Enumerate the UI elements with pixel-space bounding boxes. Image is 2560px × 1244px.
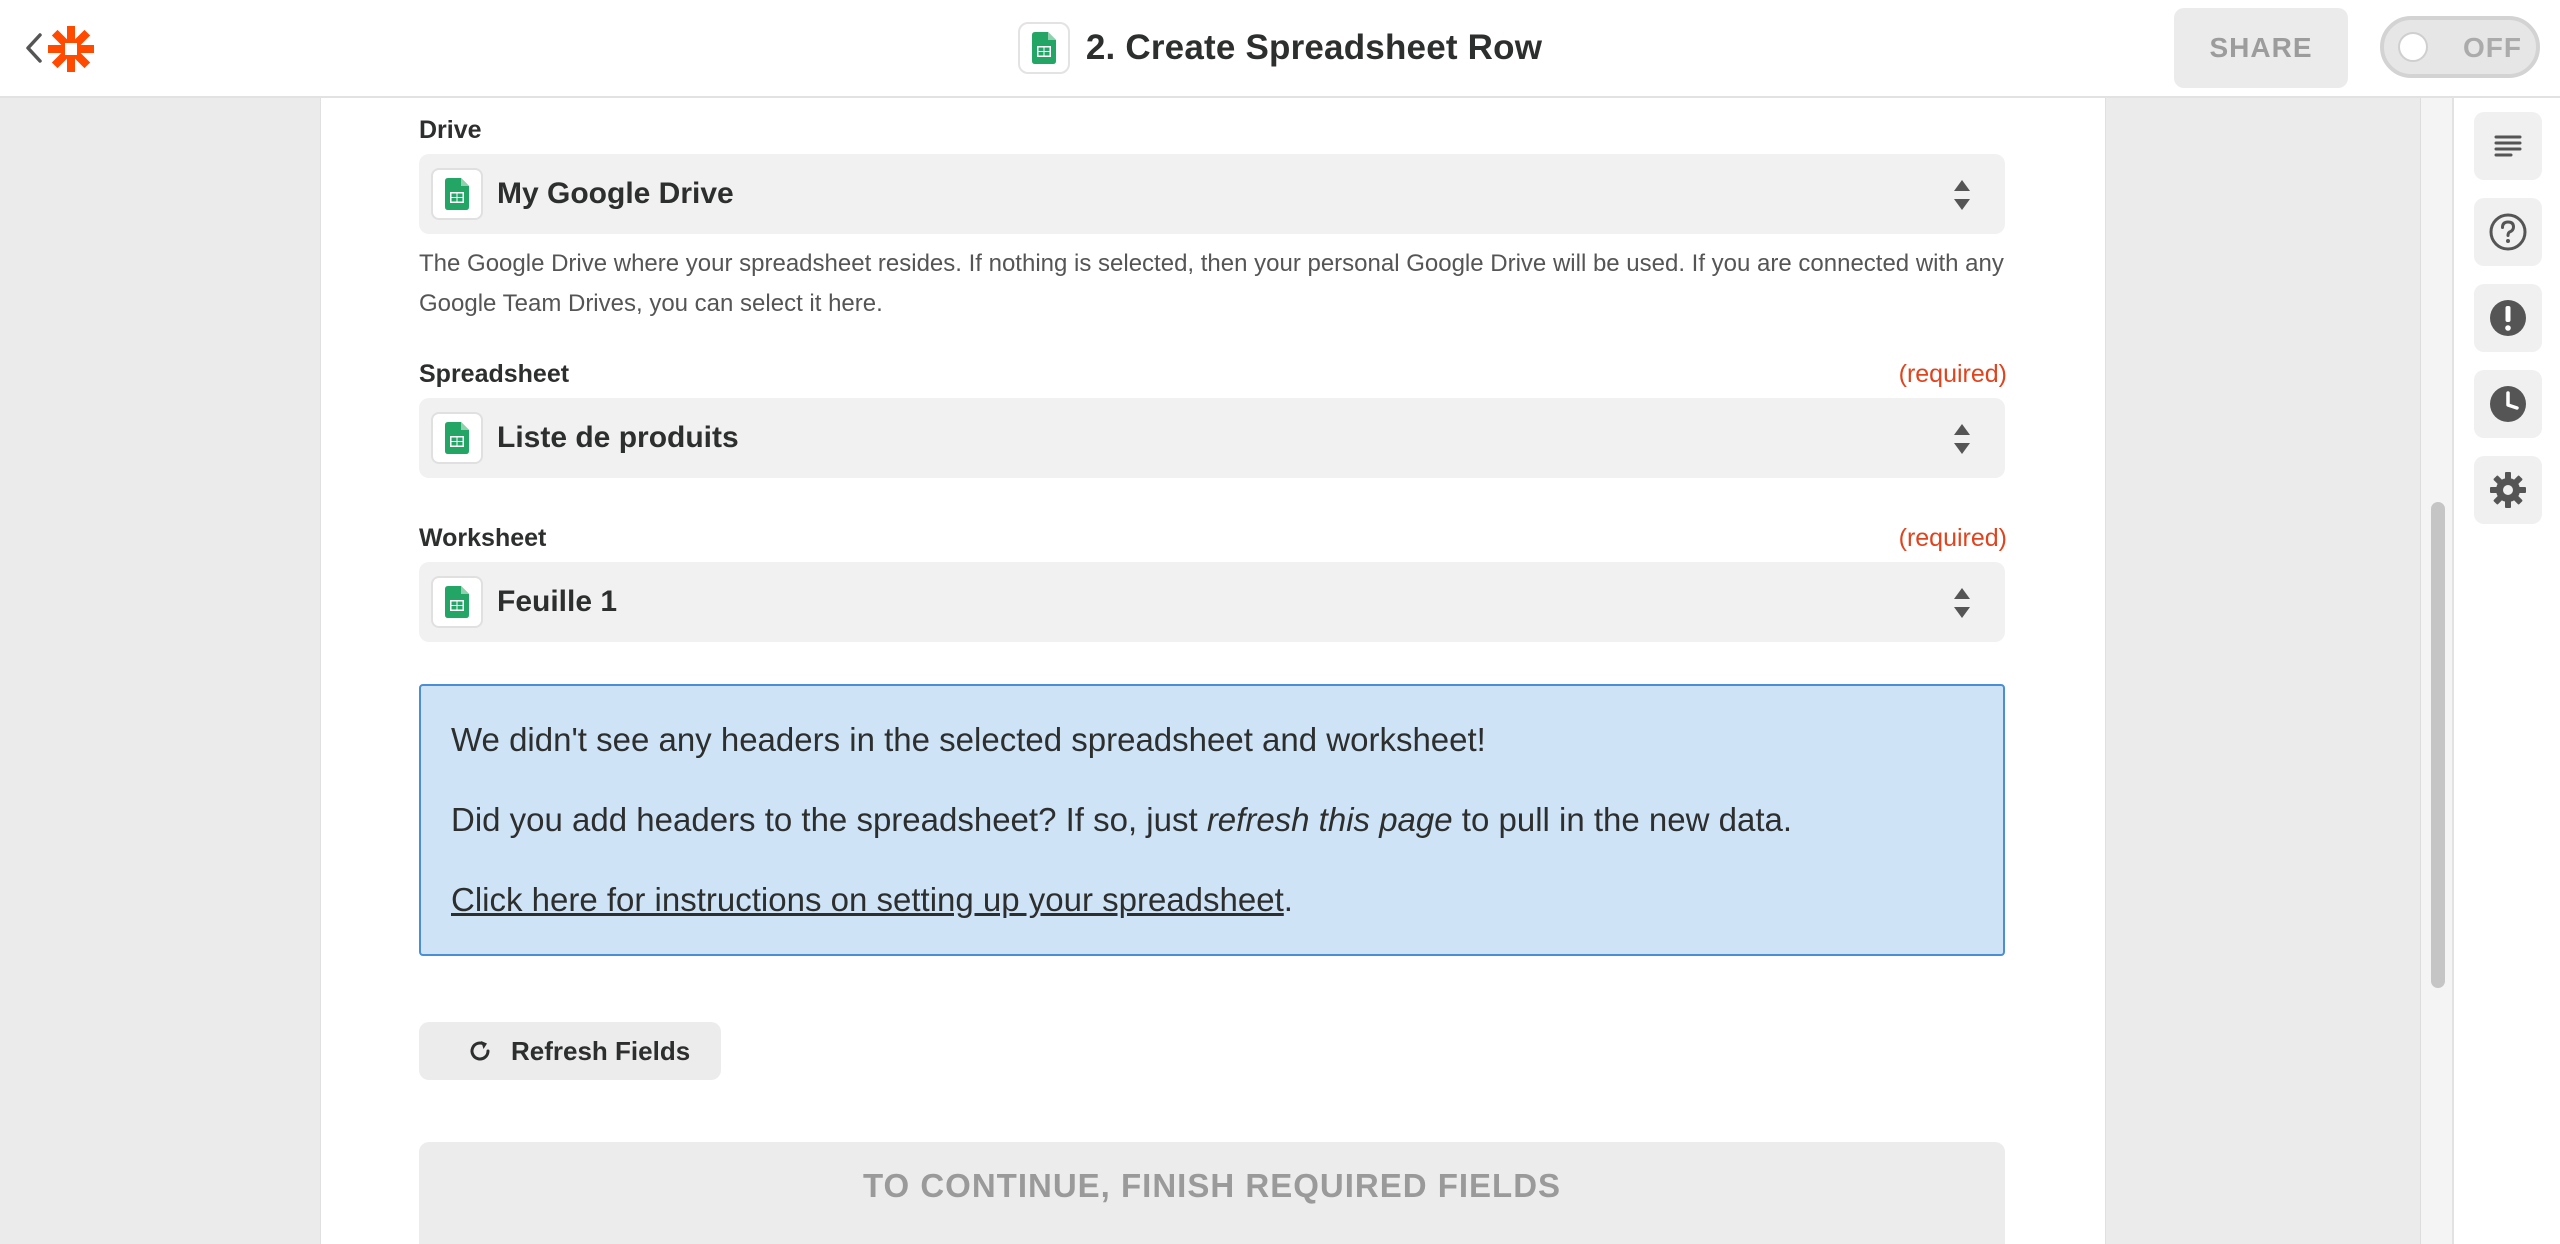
google-sheets-icon xyxy=(1017,22,1070,74)
scrollbar-thumb[interactable] xyxy=(2431,502,2445,988)
notice-refresh-emphasis: refresh this page xyxy=(1206,801,1453,838)
refresh-fields-label: Refresh Fields xyxy=(511,1035,691,1066)
worksheet-label: Worksheet xyxy=(419,524,547,552)
top-header: 2. Create Spreadsheet Row SHARE OFF xyxy=(0,0,2560,98)
back-chevron-icon[interactable] xyxy=(20,28,48,68)
step-setup-card: Drive My Google Drive The Google Drive w… xyxy=(320,98,2106,1244)
select-arrows-icon xyxy=(1954,424,1970,454)
toggle-knob xyxy=(2398,32,2428,62)
no-headers-notice: We didn't see any headers in the selecte… xyxy=(419,684,2005,956)
spreadsheet-required-badge: (required) xyxy=(1898,360,2007,388)
refresh-fields-button[interactable]: Refresh Fields xyxy=(419,1022,721,1080)
history-icon[interactable] xyxy=(2474,370,2542,438)
spreadsheet-select-value: Liste de produits xyxy=(497,421,739,454)
worksheet-select[interactable]: Feuille 1 xyxy=(419,562,2005,642)
refresh-icon xyxy=(470,1041,490,1061)
select-arrows-icon xyxy=(1954,588,1970,618)
continue-button[interactable]: TO CONTINUE, FINISH REQUIRED FIELDS xyxy=(419,1142,2005,1244)
worksheet-select-value: Feuille 1 xyxy=(497,585,618,618)
drive-select[interactable]: My Google Drive xyxy=(419,154,2005,234)
instructions-link[interactable]: Click here for instructions on setting u… xyxy=(451,881,1284,918)
settings-icon[interactable] xyxy=(2474,456,2542,524)
alert-icon[interactable] xyxy=(2474,284,2542,352)
page-title: 2. Create Spreadsheet Row xyxy=(1085,28,1543,67)
spreadsheet-select[interactable]: Liste de produits xyxy=(419,398,2005,478)
details-icon[interactable] xyxy=(2474,112,2542,180)
notice-link-period: . xyxy=(1283,881,1293,918)
google-sheets-icon xyxy=(431,576,483,628)
help-icon[interactable] xyxy=(2474,198,2542,266)
notice-line-3: Click here for instructions on setting u… xyxy=(451,876,1973,924)
zapier-logo[interactable] xyxy=(46,24,96,74)
google-sheets-icon xyxy=(431,412,483,464)
notice-line-2-start: Did you add headers to the spreadsheet? … xyxy=(451,801,1207,838)
notice-line-2-end: to pull in the new data. xyxy=(1452,801,1793,838)
google-sheets-icon xyxy=(431,168,483,220)
spreadsheet-label: Spreadsheet xyxy=(419,360,570,388)
drive-label: Drive xyxy=(419,116,482,144)
page-scrollbar[interactable] xyxy=(2420,98,2452,1244)
share-button[interactable]: SHARE xyxy=(2174,8,2348,88)
zap-on-off-toggle[interactable]: OFF xyxy=(2380,16,2540,78)
worksheet-required-badge: (required) xyxy=(1898,524,2007,552)
notice-line-2: Did you add headers to the spreadsheet? … xyxy=(451,796,1973,844)
toggle-label: OFF xyxy=(2463,32,2522,63)
drive-select-value: My Google Drive xyxy=(497,177,734,210)
select-arrows-icon xyxy=(1954,180,1970,210)
drive-help-text: The Google Drive where your spreadsheet … xyxy=(419,250,2004,317)
right-side-rail xyxy=(2452,98,2560,1244)
notice-line-1: We didn't see any headers in the selecte… xyxy=(451,721,1486,758)
